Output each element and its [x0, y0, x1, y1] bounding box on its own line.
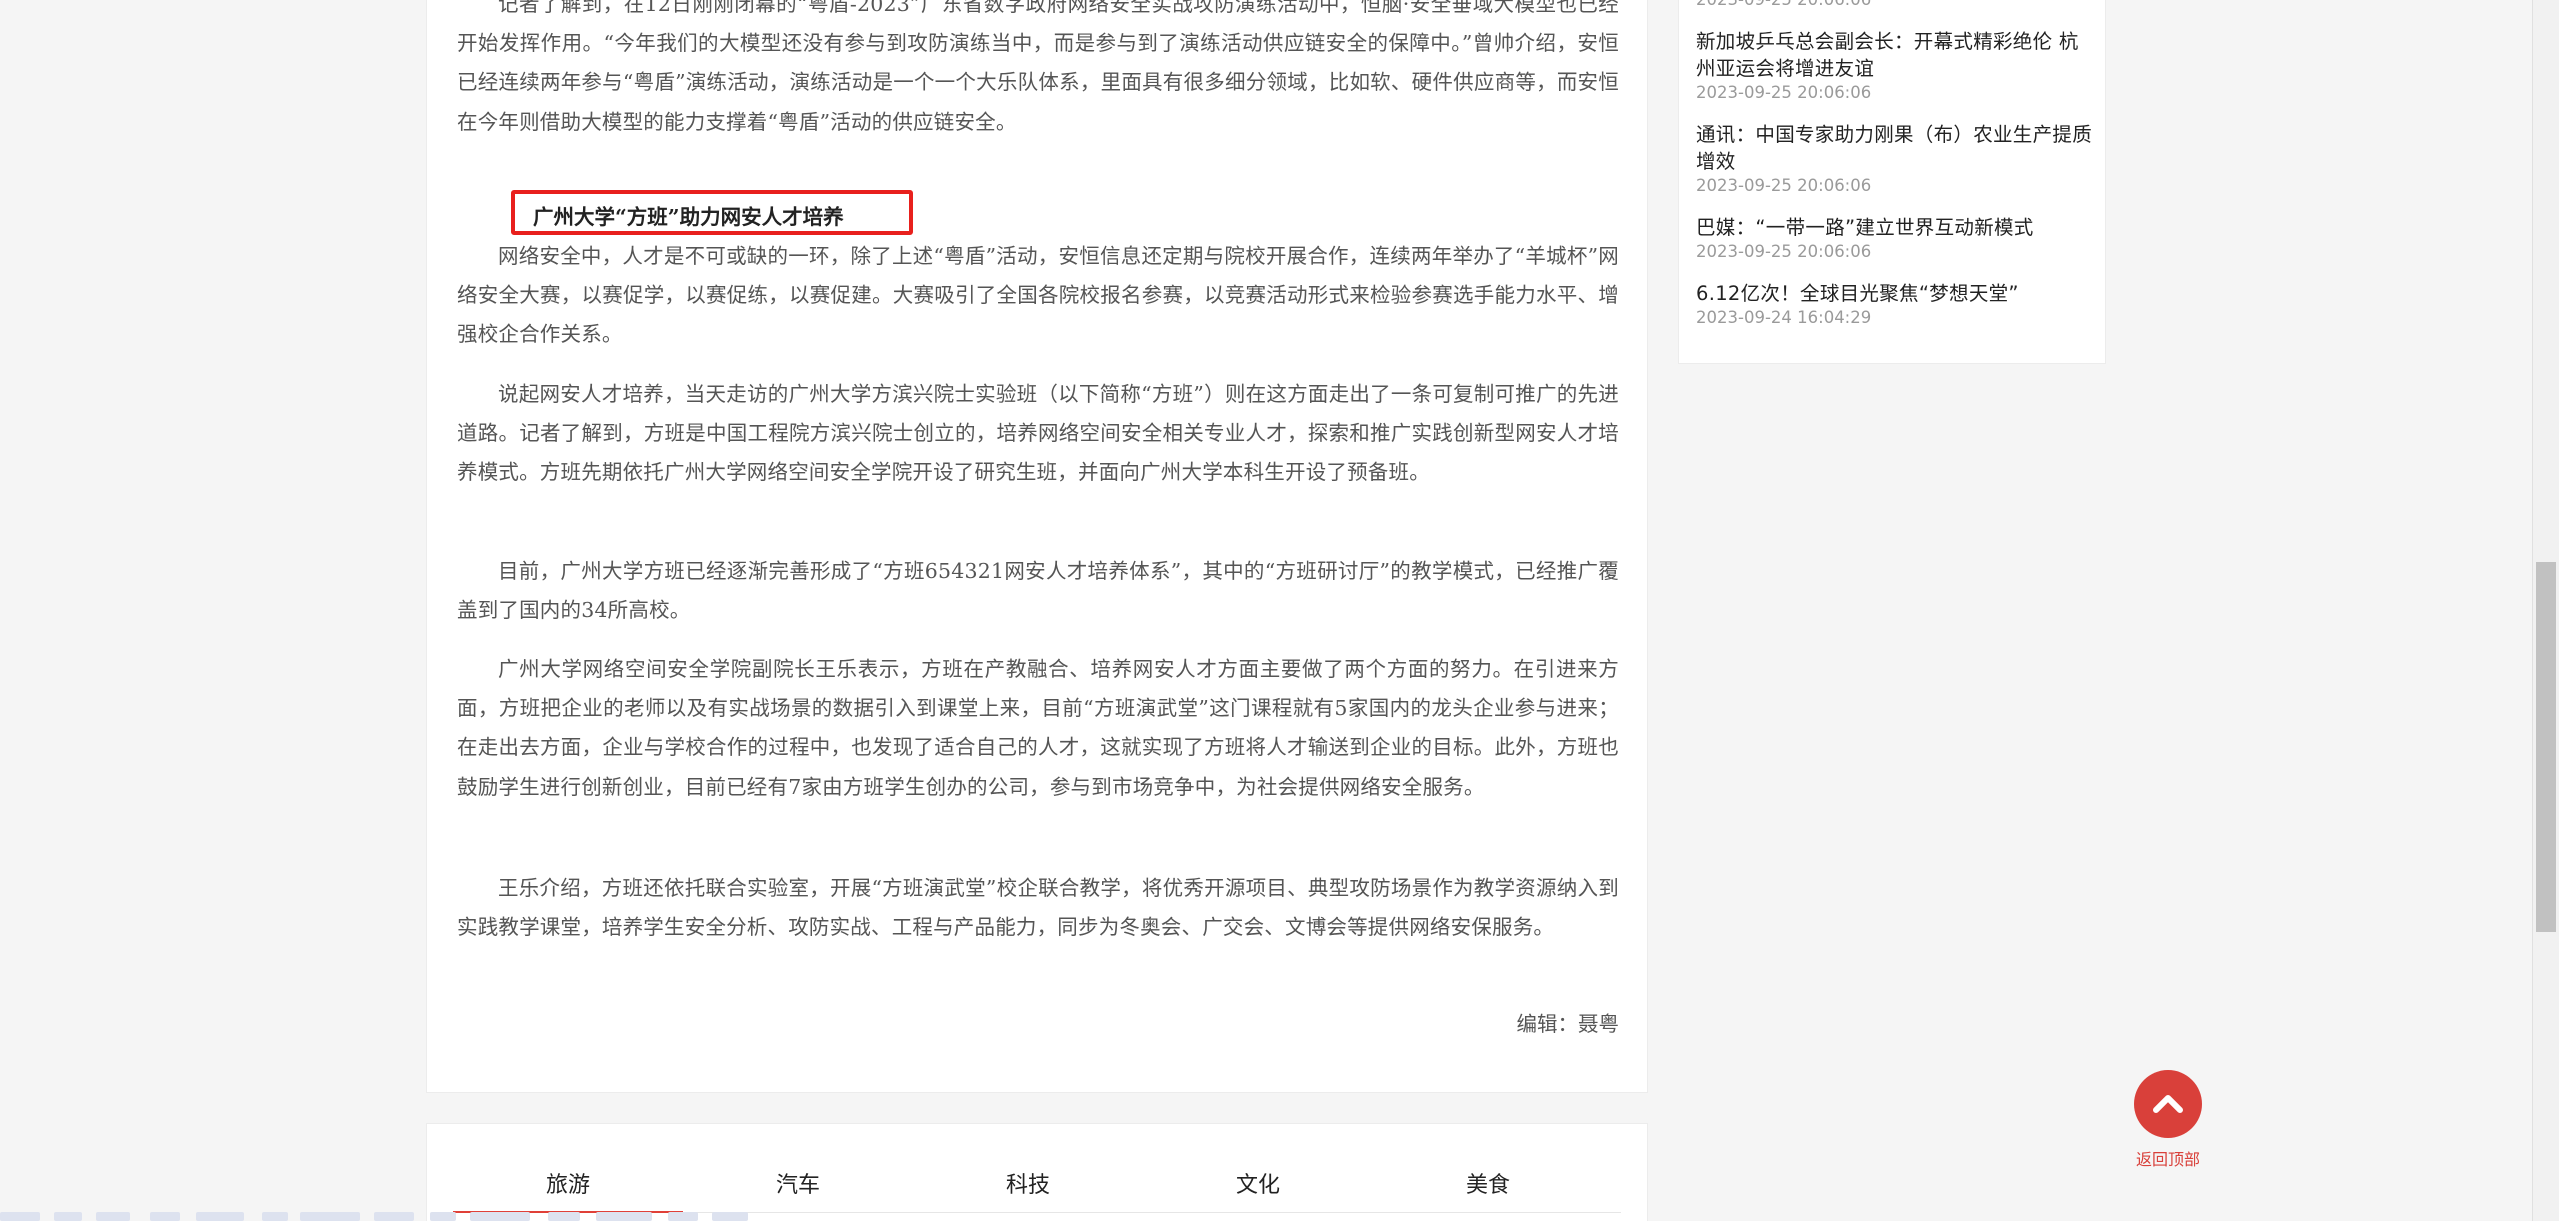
- tab-tech[interactable]: 科技: [913, 1124, 1143, 1212]
- news-date: 2023-09-25 20:06:06: [1696, 0, 2096, 11]
- news-date: 2023-09-25 20:06:06: [1696, 242, 1872, 261]
- article-card: 记者了解到，在12日刚刚闭幕的“粤盾-2023”广东省数字政府网络安全实战攻防演…: [426, 0, 1648, 1093]
- news-title[interactable]: 6.12亿次！全球目光聚焦“梦想天堂”: [1696, 280, 2096, 307]
- article-paragraph-3: 说起网安人才培养，当天走访的广州大学方滨兴院士实验班（以下简称“方班”）则在这方…: [457, 382, 1619, 485]
- category-tabs-card: 旅游 汽车 科技 文化 美食: [426, 1123, 1648, 1221]
- chevron-up-icon: [2153, 1095, 2183, 1113]
- news-item[interactable]: 通讯：中国专家助力刚果（布）农业生产提质增效 2023-09-25 20:06:…: [1696, 121, 2096, 197]
- back-to-top-button[interactable]: [2134, 1070, 2202, 1138]
- back-to-top-label[interactable]: 返回顶部: [2120, 1146, 2216, 1170]
- news-item[interactable]: 巴媒：“一带一路”建立世界互动新模式 2023-09-25 20:06:06: [1696, 214, 2096, 263]
- article-paragraph-2: 网络安全中，人才是不可或缺的一环，除了上述“粤盾”活动，安恒信息还定期与院校开展…: [457, 244, 1619, 347]
- sidebar-news-list: 2023-09-25 20:06:06 新加坡乒乓总会副会长：开幕式精彩绝伦 杭…: [1678, 0, 2106, 364]
- news-title[interactable]: 通讯：中国专家助力刚果（布）农业生产提质增效: [1696, 121, 2096, 175]
- news-item[interactable]: 2023-09-25 20:06:06: [1696, 0, 2096, 11]
- news-title[interactable]: 巴媒：“一带一路”建立世界互动新模式: [1696, 214, 2096, 241]
- scrollbar-thumb[interactable]: [2536, 562, 2556, 932]
- article-paragraph-1: 记者了解到，在12日刚刚闭幕的“粤盾-2023”广东省数字政府网络安全实战攻防演…: [457, 0, 1619, 134]
- article-paragraph-6: 王乐介绍，方班还依托联合实验室，开展“方班演武堂”校企联合教学，将优秀开源项目、…: [457, 876, 1619, 940]
- tab-food[interactable]: 美食: [1373, 1124, 1603, 1212]
- article-paragraph-4: 目前，广州大学方班已经逐渐完善形成了“方班654321网安人才培养体系”，其中的…: [457, 559, 1619, 623]
- tab-auto[interactable]: 汽车: [683, 1124, 913, 1212]
- article-paragraph-5: 广州大学网络空间安全学院副院长王乐表示，方班在产教融合、培养网安人才方面主要做了…: [457, 657, 1619, 799]
- article-editor: 编辑：聂粤: [1516, 1012, 1620, 1036]
- news-item[interactable]: 新加坡乒乓总会副会长：开幕式精彩绝伦 杭州亚运会将增进友谊 2023-09-25…: [1696, 28, 2096, 104]
- article-subheading: 广州大学“方班”助力网安人才培养: [533, 205, 844, 229]
- news-date: 2023-09-24 16:04:29: [1696, 308, 1872, 327]
- page-scrollbar[interactable]: [2532, 0, 2559, 1221]
- cutoff-content-strip: [0, 1212, 760, 1221]
- page: 记者了解到，在12日刚刚闭幕的“粤盾-2023”广东省数字政府网络安全实战攻防演…: [0, 0, 2559, 1221]
- category-tabs: 旅游 汽车 科技 文化 美食: [453, 1124, 1621, 1213]
- news-date: 2023-09-25 20:06:06: [1696, 176, 1872, 195]
- tab-culture[interactable]: 文化: [1143, 1124, 1373, 1212]
- news-item[interactable]: 6.12亿次！全球目光聚焦“梦想天堂” 2023-09-24 16:04:29: [1696, 280, 2096, 329]
- news-date: 2023-09-25 20:06:06: [1696, 83, 1872, 102]
- tab-travel[interactable]: 旅游: [453, 1124, 683, 1213]
- subheading-highlight-box: 广州大学“方班”助力网安人才培养: [511, 190, 913, 235]
- news-title[interactable]: 新加坡乒乓总会副会长：开幕式精彩绝伦 杭州亚运会将增进友谊: [1696, 28, 2096, 82]
